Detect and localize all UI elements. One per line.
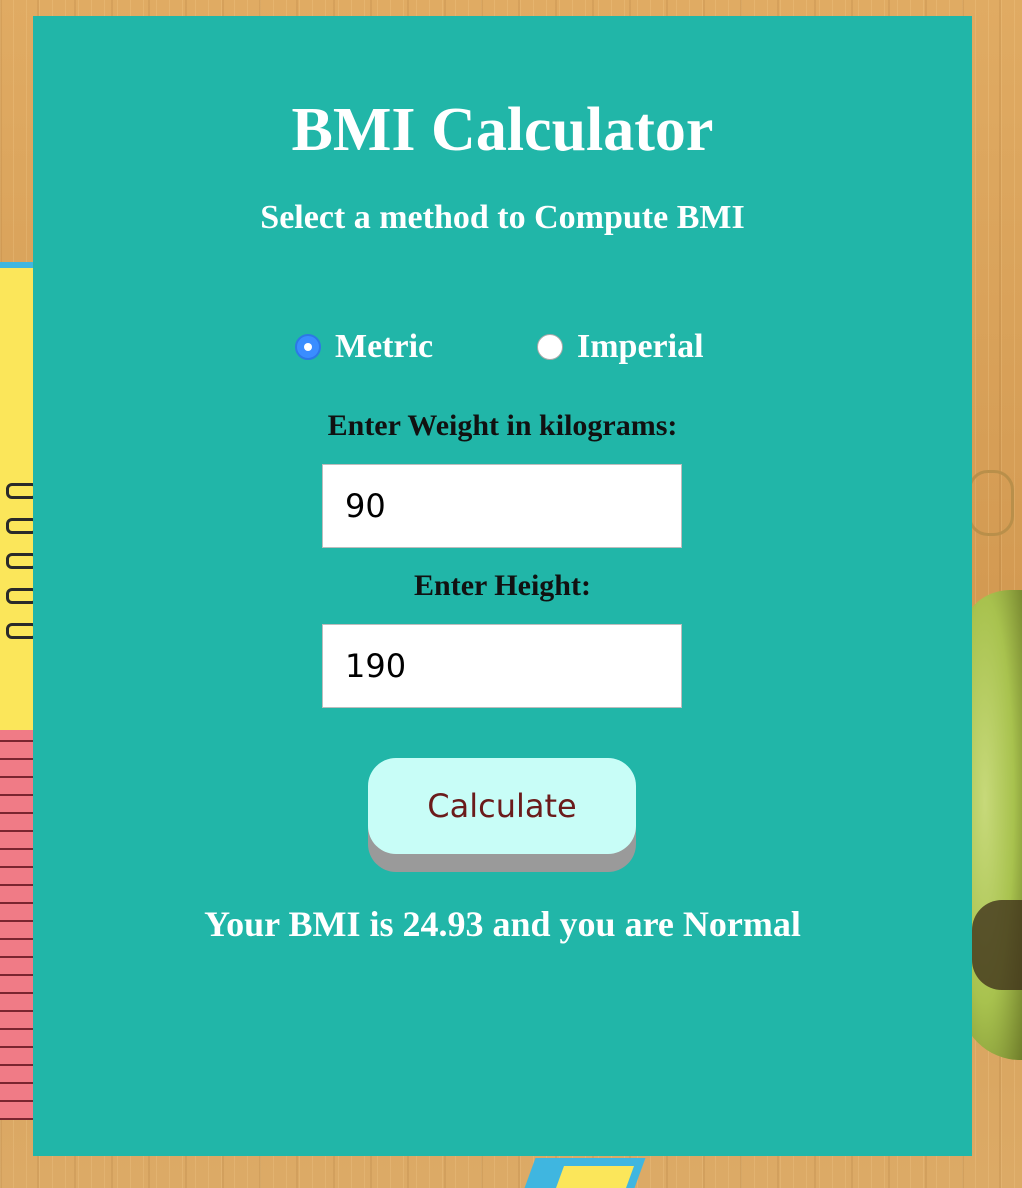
weight-input[interactable] bbox=[322, 464, 682, 548]
radio-option-metric[interactable]: Metric bbox=[295, 322, 433, 372]
background-paperclip-icon bbox=[968, 470, 1014, 536]
height-input[interactable] bbox=[322, 624, 682, 708]
page-title: BMI Calculator bbox=[291, 96, 714, 164]
page-background: { "app": { "title": "BMI Calculator", "s… bbox=[0, 0, 1022, 1188]
calculate-button[interactable]: Calculate bbox=[368, 758, 636, 854]
bmi-calculator-panel: BMI Calculator Select a method to Comput… bbox=[33, 16, 972, 1156]
radio-label-metric: Metric bbox=[335, 328, 434, 365]
radio-option-imperial[interactable]: Imperial bbox=[537, 322, 704, 372]
background-sticky-note-yellow bbox=[555, 1166, 635, 1188]
weight-label: Enter Weight in kilograms: bbox=[327, 409, 678, 442]
radio-button-imperial[interactable] bbox=[537, 334, 563, 360]
bmi-result-text: Your BMI is 24.93 and you are Normal bbox=[204, 904, 801, 944]
radio-label-imperial: Imperial bbox=[577, 328, 704, 365]
height-label: Enter Height: bbox=[414, 569, 591, 602]
method-prompt: Select a method to Compute BMI bbox=[260, 199, 745, 236]
unit-method-radio-group: Metric Imperial bbox=[33, 322, 972, 372]
background-pear-shadow bbox=[972, 900, 1022, 990]
radio-button-metric[interactable] bbox=[295, 334, 321, 360]
